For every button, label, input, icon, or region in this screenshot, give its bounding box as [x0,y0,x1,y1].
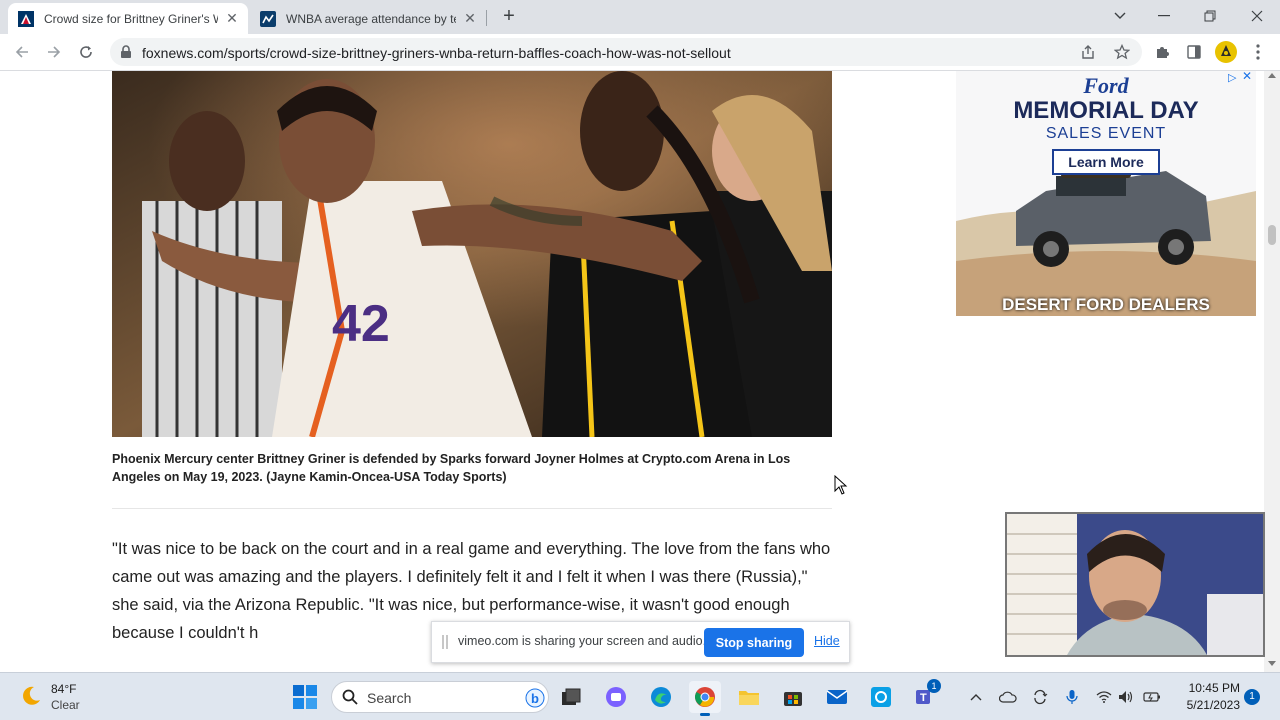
tab-strip: Crowd size for Brittney Griner's W ✕ WNB… [0,0,1280,34]
drag-handle-icon[interactable] [442,635,448,649]
address-bar[interactable]: foxnews.com/sports/crowd-size-brittney-g… [110,38,1142,66]
back-arrow-icon[interactable] [10,40,34,64]
tab-divider [486,10,487,26]
svg-text:T: T [920,692,927,704]
extensions-puzzle-icon[interactable] [1150,40,1174,64]
file-explorer-icon[interactable] [733,681,765,713]
caption-divider [112,508,832,509]
tab-crowd-size[interactable]: Crowd size for Brittney Griner's W ✕ [8,3,248,34]
cortana-icon[interactable] [865,681,897,713]
basketball-photo-illustration: 42 [112,71,832,437]
clock-date[interactable]: 5/21/2023 [1170,698,1240,712]
svg-text:b: b [531,691,539,706]
page-content: 42 Phoenix Mercury center Brittney Grine… [0,71,1280,672]
forward-arrow-icon[interactable] [42,40,66,64]
scroll-down-arrow-icon[interactable] [1268,661,1276,666]
foxnews-favicon-icon [18,10,34,27]
ad-headline: MEMORIAL DAY [1013,97,1199,124]
screen-share-banner: vimeo.com is sharing your screen and aud… [431,621,850,663]
search-placeholder: Search [367,690,412,706]
ad-footer: DESERT FORD DEALERS [1002,295,1210,314]
clock-time[interactable]: 10:45 PM [1176,681,1240,695]
search-icon [342,689,358,705]
onedrive-cloud-icon[interactable] [998,687,1018,707]
wifi-icon[interactable] [1094,687,1114,707]
share-page-icon[interactable] [1076,40,1100,64]
ad-close-icon[interactable]: ✕ [1242,71,1252,83]
new-tab-plus-icon[interactable]: + [498,6,520,28]
scroll-up-arrow-icon[interactable] [1268,73,1276,78]
toolbar: foxnews.com/sports/crowd-size-brittney-g… [0,34,1280,71]
minimize-icon[interactable] [1150,4,1178,28]
taskbar-search[interactable]: Search b [331,681,549,713]
mouse-cursor-icon [834,475,848,495]
edge-browser-icon[interactable] [645,681,677,713]
weather-condition[interactable]: Clear [51,698,80,712]
tab-wnba-attendance[interactable]: WNBA average attendance by te ✕ [250,3,486,34]
chrome-browser-icon[interactable] [689,681,721,716]
ad-subhead: SALES EVENT [1045,125,1167,142]
battery-icon[interactable] [1142,687,1162,707]
learn-more-button[interactable]: Learn More [1052,149,1160,175]
url-text[interactable]: foxnews.com/sports/crowd-size-brittney-g… [142,45,731,61]
reload-icon[interactable] [74,40,98,64]
restore-icon[interactable] [1196,4,1224,28]
weather-temperature[interactable]: 84°F [51,682,76,696]
webcam-feed-image [1007,514,1263,655]
webcam-overlay[interactable] [1005,512,1265,657]
teams-badge: 1 [927,679,941,693]
adchoices-icon[interactable]: ▷ [1228,71,1236,84]
scrollbar-thumb[interactable] [1268,225,1276,245]
ford-logo: Ford [1083,73,1129,98]
sync-icon[interactable] [1030,687,1050,707]
teams-chat-icon[interactable] [600,681,632,713]
teams-icon[interactable]: T 1 [909,679,941,713]
menu-kebab-icon[interactable] [1246,40,1270,64]
bing-icon[interactable]: b [525,688,545,708]
photo-caption: Phoenix Mercury center Brittney Griner i… [112,452,791,484]
show-hidden-icons-chevron-icon[interactable] [966,687,986,707]
microsoft-store-icon[interactable] [777,681,809,713]
lock-icon[interactable] [120,45,132,59]
tab-search-chevron-icon[interactable] [1106,4,1134,28]
profile-avatar[interactable] [1214,40,1238,64]
tab-title: WNBA average attendance by te [286,11,456,26]
windows-taskbar: 84°F Clear Search b T 1 10:45 PM 5/21/20… [0,672,1280,720]
hide-link[interactable]: Hide [814,634,840,648]
tab-title: Crowd size for Brittney Griner's W [44,11,218,26]
volume-icon[interactable] [1116,687,1136,707]
side-panel-icon[interactable] [1182,40,1206,64]
task-view-icon[interactable] [555,681,587,713]
scrollbar[interactable] [1264,71,1280,672]
article-photo[interactable]: 42 [112,71,832,437]
microphone-icon[interactable] [1062,687,1082,707]
moon-weather-icon[interactable] [20,685,42,707]
stop-sharing-button[interactable]: Stop sharing [704,628,804,657]
window-close-icon[interactable] [1243,4,1271,28]
mail-icon[interactable] [821,681,853,713]
bookmark-star-icon[interactable] [1110,40,1134,64]
jersey-number: 42 [332,295,390,353]
close-icon[interactable]: ✕ [224,10,240,27]
notification-badge[interactable]: 1 [1244,689,1260,705]
ford-advertisement[interactable]: Ford MEMORIAL DAY SALES EVENT Learn More… [956,71,1256,316]
share-message: vimeo.com is sharing your screen and aud… [458,634,707,648]
chart-favicon-icon [260,10,276,27]
windows-start-icon[interactable] [292,684,318,710]
close-icon[interactable]: ✕ [462,10,478,27]
